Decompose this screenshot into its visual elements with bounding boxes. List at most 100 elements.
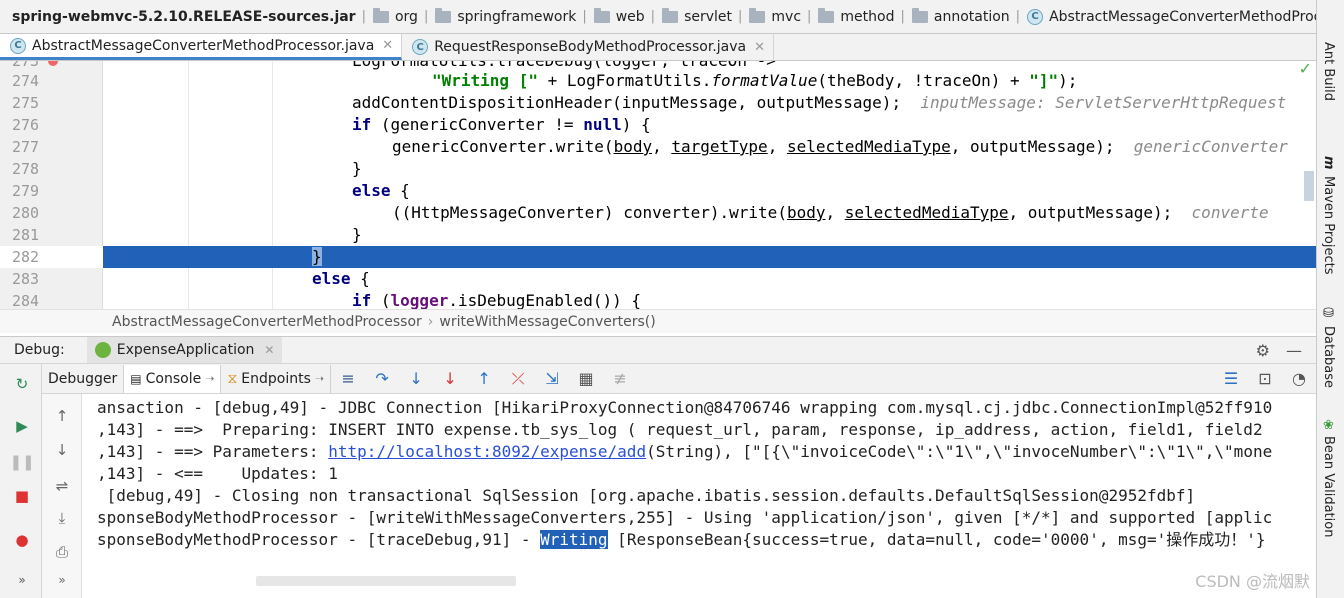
editor-scrollbar[interactable] (1304, 171, 1314, 201)
code-method: formatValue (711, 71, 818, 90)
ant-build-button[interactable]: Ant Build (1321, 42, 1336, 101)
code-keyword: else (352, 181, 391, 200)
close-icon[interactable]: ✕ (382, 38, 393, 53)
breadcrumb-class[interactable]: AbstractMessageConverterMethodProcessor (112, 314, 422, 330)
memory-icon[interactable]: ☰ (1222, 369, 1240, 388)
line-number: 274 (12, 72, 40, 90)
resume-icon[interactable]: ▶ (12, 416, 32, 436)
code-keyword: if (352, 115, 372, 134)
watermark: CSDN @流烟默 (1195, 572, 1310, 591)
nav-crumb-springframework[interactable]: springframework (431, 0, 582, 33)
code-line-284: if (logger.isDebugEnabled()) { (103, 290, 1316, 309)
nav-crumb-web[interactable]: web (590, 0, 651, 33)
tab-console[interactable]: ▤ Console ➝ (124, 364, 222, 393)
pin-icon: ➝ (314, 372, 325, 385)
code-text: LogFormatUtils.traceDebug(logger, traceO… (352, 61, 776, 70)
nav-separator: | (900, 9, 905, 24)
breakpoints-icon[interactable]: ● (12, 530, 32, 550)
nav-crumb-label: org (394, 8, 418, 25)
code-field: logger (390, 291, 449, 309)
console-line: ansaction - [debug,49] - JDBC Connection… (97, 398, 1273, 417)
nav-crumb-org[interactable]: org (369, 0, 424, 33)
tab-label: Debugger (48, 370, 118, 387)
run-to-cursor-icon[interactable]: ⇲ (543, 369, 561, 388)
code-text: genericConverter.write( (392, 137, 614, 156)
tab-debugger[interactable]: Debugger (42, 364, 125, 393)
nav-crumb-servlet[interactable]: servlet (658, 0, 738, 33)
folder-icon (749, 7, 766, 23)
code-text: (genericConverter != (371, 115, 584, 134)
down-arrow-icon[interactable]: ↓ (52, 440, 72, 460)
line-number: 278 (12, 160, 40, 178)
nav-separator: | (738, 9, 743, 24)
code-line-275: addContentDispositionHeader(inputMessage… (103, 92, 1316, 114)
folder-icon (818, 7, 835, 23)
console-line: sponseBodyMethodProcessor - [writeWithMe… (97, 508, 1273, 527)
drop-frame-icon[interactable]: ⤫ (509, 369, 527, 388)
breadcrumb-method[interactable]: writeWithMessageConverters() (439, 314, 655, 330)
debug-session-tab[interactable]: ExpenseApplication ✕ (86, 337, 283, 363)
code-text: ); (1058, 71, 1078, 90)
nav-separator: | (423, 9, 429, 24)
horizontal-scrollbar[interactable] (256, 576, 516, 586)
pause-icon[interactable]: ❚❚ (9, 452, 34, 472)
more-icon[interactable]: » (52, 570, 72, 590)
code-text: + LogFormatUtils. (537, 71, 712, 90)
code-line-283: else { (103, 268, 1316, 290)
console-text: ,143] - ==> Parameters: (97, 442, 329, 461)
strip-label: Ant Build (1321, 42, 1336, 101)
code-line-276: if (genericConverter != null) { (103, 114, 1316, 136)
stop-icon[interactable]: ■ (12, 486, 32, 506)
tab-abstract-message-converter[interactable]: C AbstractMessageConverterMethodProcesso… (0, 34, 403, 60)
code-text: (theBody, !traceOn) + (817, 71, 1030, 90)
maven-projects-button[interactable]: Maven Projects (1321, 176, 1336, 275)
code-variable: selectedMediaType (844, 203, 1009, 222)
minimize-icon[interactable]: — (1286, 341, 1302, 360)
more-icon[interactable]: » (12, 570, 32, 590)
rerun-icon[interactable]: ↻ (12, 374, 32, 394)
maven-icon: m (1321, 156, 1336, 170)
gauge-icon[interactable]: ◔ (1290, 369, 1308, 388)
step-into-icon[interactable]: ↓ (407, 369, 425, 388)
code-variable: selectedMediaType (786, 137, 951, 156)
breadcrumb-separator: › (427, 314, 434, 330)
close-icon[interactable]: ✕ (264, 343, 274, 357)
up-arrow-icon[interactable]: ↑ (52, 406, 72, 426)
gear-icon[interactable]: ⚙ (1256, 341, 1270, 360)
nav-crumb-method[interactable]: method (814, 0, 900, 33)
screenshot-icon[interactable]: ⊡ (1256, 369, 1274, 388)
nav-crumb-class[interactable]: C AbstractMessageConverterMethodProcessor (1023, 0, 1316, 33)
tab-label: Endpoints (241, 370, 311, 387)
trace-icon[interactable]: ≢ (611, 369, 629, 388)
force-step-into-icon[interactable]: ↓ (441, 369, 459, 388)
code-line-279: else { (103, 180, 1316, 202)
strip-label: Bean Validation (1321, 436, 1336, 538)
database-button[interactable]: Database (1321, 326, 1336, 388)
print-icon[interactable]: ⎙ (52, 542, 72, 562)
frames-icon[interactable]: ≡ (339, 369, 357, 388)
scroll-to-end-icon[interactable]: ⤓ (52, 508, 72, 528)
nav-crumb-annotation[interactable]: annotation (908, 0, 1016, 33)
tab-endpoints[interactable]: ⧖ Endpoints ➝ (221, 364, 332, 393)
code-editor[interactable]: 273 274 275 276 277 278 279 280 281 282 … (0, 61, 1316, 309)
class-icon: C (412, 39, 429, 55)
evaluate-icon[interactable]: ▦ (577, 369, 595, 388)
console-output[interactable]: ansaction - [debug,49] - JDBC Connection… (82, 394, 1316, 598)
code-text: , outputMessage); (950, 137, 1115, 156)
step-out-icon[interactable]: ↑ (475, 369, 493, 388)
step-over-icon[interactable]: ↷ (373, 369, 391, 388)
nav-jar[interactable]: spring-webmvc-5.2.10.RELEASE-sources.jar (0, 0, 362, 33)
bean-validation-button[interactable]: Bean Validation (1321, 436, 1336, 537)
console-link[interactable]: http://localhost:8092/expense/add (328, 442, 646, 461)
nav-crumb-mvc[interactable]: mvc (745, 0, 807, 33)
console-icon: ▤ (130, 371, 142, 386)
check-icon: ✓ (1298, 61, 1312, 78)
close-icon[interactable]: ✕ (754, 40, 765, 55)
soft-wrap-icon[interactable]: ⇌ (52, 476, 72, 496)
line-number: 281 (12, 226, 40, 244)
code-variable: body (613, 137, 653, 156)
tab-request-response-body[interactable]: C RequestResponseBodyMethodProcessor.jav… (402, 34, 774, 60)
nav-crumb-label: method (840, 8, 895, 25)
database-icon: ⛁ (1321, 306, 1336, 321)
console-text: (String), ["[{\"invoiceCode\":\"1\",\"in… (646, 442, 1273, 461)
